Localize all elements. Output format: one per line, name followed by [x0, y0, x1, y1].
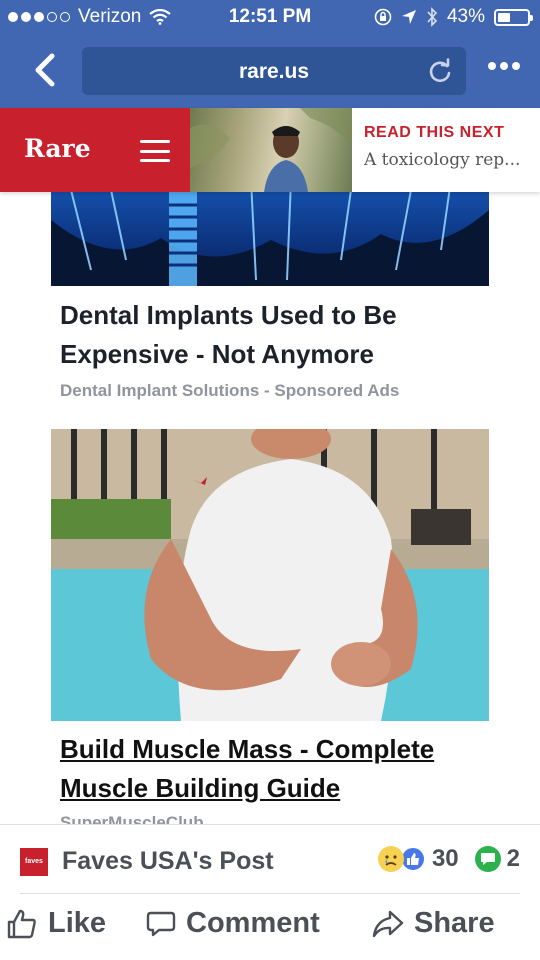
read-next-box[interactable]: READ THIS NEXT A toxicology rep...: [364, 124, 534, 170]
more-options-icon[interactable]: [488, 62, 520, 70]
share-button[interactable]: Share: [372, 907, 495, 940]
ad-title-muscle[interactable]: Build Muscle Mass - Complete Muscle Buil…: [60, 730, 510, 808]
site-header: Rare READ THIS NEXT A toxicology rep...: [0, 108, 540, 192]
url-text: rare.us: [238, 60, 310, 83]
status-right: 43%: [374, 6, 533, 28]
muscle-man-photo: [51, 429, 489, 721]
post-name[interactable]: Faves USA's Post: [62, 847, 274, 876]
read-next-thumbnail[interactable]: [190, 108, 352, 192]
battery-icon: [494, 8, 533, 26]
comment-icon: [146, 911, 176, 936]
like-label: Like: [48, 907, 107, 939]
bluetooth-icon: [427, 7, 438, 27]
divider: [20, 893, 520, 894]
reaction-count: 30: [431, 845, 459, 872]
post-actions: Like Comment Share: [0, 907, 540, 951]
address-bar[interactable]: rare.us: [82, 47, 466, 95]
ad-source-dental-implants: Dental Implant Solutions - Sponsored Ads: [60, 381, 400, 400]
status-bar: Verizon 12:51 PM 43%: [0, 0, 540, 34]
read-next-photo: [190, 108, 352, 192]
back-chevron-icon[interactable]: [28, 50, 64, 90]
comment-count-icon: [474, 846, 501, 872]
hamburger-menu-icon[interactable]: [140, 140, 170, 162]
location-icon: [401, 10, 416, 24]
browser-chrome: Verizon 12:51 PM 43% rare.us: [0, 0, 540, 108]
ad-source-muscle: SuperMuscleClub: [60, 813, 204, 824]
site-logo-area[interactable]: Rare: [0, 108, 190, 192]
sad-reaction-icon: [377, 846, 404, 872]
share-label: Share: [414, 907, 495, 939]
read-next-title: READ THIS NEXT: [364, 124, 505, 141]
facebook-post-bar: faves Faves USA's Post 30 2 Like Comment…: [0, 824, 540, 960]
reactions-summary[interactable]: 30 2: [377, 845, 520, 873]
battery-percent: 43%: [446, 6, 485, 27]
share-arrow-icon: [372, 910, 404, 937]
comment-button[interactable]: Comment: [146, 907, 320, 940]
battery-fill: [498, 12, 511, 22]
like-button[interactable]: Like: [6, 907, 106, 940]
reload-icon[interactable]: [426, 57, 454, 85]
rotation-lock-icon: [374, 8, 392, 26]
comment-label: Comment: [186, 907, 320, 939]
ad-title-dental-implants[interactable]: Dental Implants Used to Be Expensive - N…: [60, 296, 500, 374]
read-next-teaser[interactable]: A toxicology rep...: [364, 150, 534, 170]
comment-count: 2: [506, 845, 520, 872]
thumbs-up-icon: [7, 909, 36, 938]
post-attribution[interactable]: faves Faves USA's Post: [20, 847, 274, 876]
faves-page-logo[interactable]: faves: [20, 847, 48, 876]
ad-image-muscle[interactable]: [51, 429, 489, 721]
rare-logo[interactable]: Rare: [24, 134, 91, 163]
